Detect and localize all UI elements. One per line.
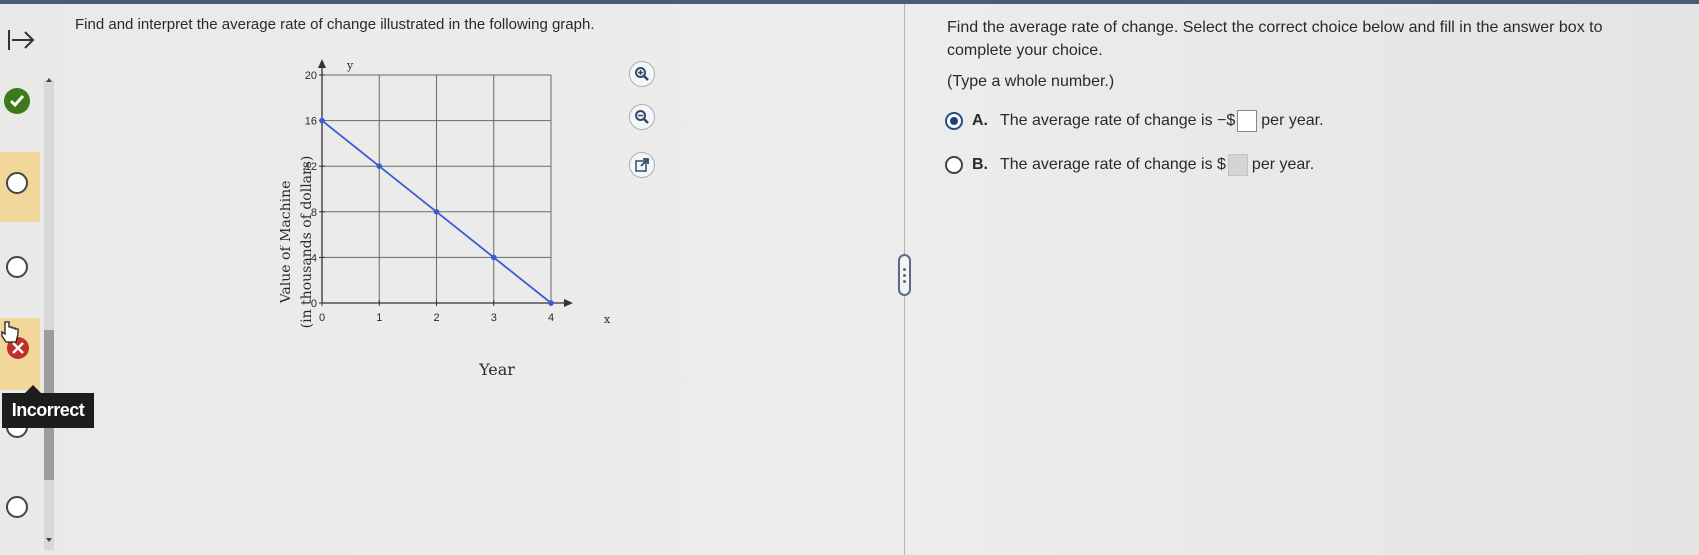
question-3-status-icon[interactable] [6, 256, 28, 278]
x-tick-label: 1 [376, 312, 382, 324]
line-chart: 0 1 2 3 4048121620 Value of Machine (in thou… [280, 59, 611, 379]
choice-a[interactable]: A. The average rate of change is −$ per … [945, 110, 1324, 132]
pane-resize-handle[interactable] [898, 254, 911, 296]
data-point [319, 117, 325, 124]
y-tick-label: 16 [305, 116, 317, 128]
x-axis-arrow [564, 299, 573, 307]
zoom-out-icon [635, 110, 649, 124]
choice-a-suffix: per year. [1261, 112, 1324, 129]
choice-b-radio[interactable] [945, 156, 963, 174]
incorrect-tooltip: Incorrect [2, 393, 94, 428]
page: Incorrect Find and interpret the average… [0, 0, 1699, 555]
y-axis-arrow [318, 59, 326, 68]
x-axis-name: x [604, 313, 611, 326]
choice-b-text: The average rate of change is $ [1000, 156, 1226, 173]
instruction-text: Find the average rate of change. Select … [947, 19, 1603, 59]
sidebar-item-question-4[interactable] [0, 318, 40, 390]
question-text: Find and interpret the average rate of c… [75, 16, 595, 33]
open-external-button[interactable] [629, 152, 655, 178]
x-tick-label: 2 [433, 312, 439, 324]
chart-grid [322, 74, 552, 303]
choice-b-suffix: per year. [1251, 156, 1315, 173]
y-axis-label-line-1: Value of Machine [280, 181, 294, 305]
zoom-out-button[interactable] [629, 104, 655, 130]
scroll-up-icon[interactable] [46, 78, 52, 82]
data-point [376, 163, 383, 169]
scroll-down-icon[interactable] [46, 538, 52, 542]
answer-hint: (Type a whole number.) [947, 73, 1115, 90]
chart-tick-labels: 0 1 2 3 4048121620 [305, 70, 554, 324]
question-1-correct-icon[interactable] [4, 88, 30, 114]
sidebar-item-question-2[interactable] [0, 152, 40, 222]
choice-b-answer-input[interactable] [1227, 154, 1248, 176]
x-tick-label: 4 [548, 312, 554, 324]
x-tick-label: 3 [491, 312, 497, 324]
enter-arrow-icon[interactable] [6, 22, 36, 58]
x-tick-label: 0 [319, 312, 325, 324]
choice-b[interactable]: B. The average rate of change is $ per y… [945, 154, 1314, 176]
choice-a-text: The average rate of change is −$ [1000, 112, 1236, 129]
data-point [548, 300, 554, 306]
choice-b-letter: B. [972, 156, 988, 173]
data-point [433, 209, 440, 215]
hand-cursor-icon [1, 321, 19, 343]
top-bar [0, 0, 1699, 4]
choice-a-answer-input[interactable] [1237, 110, 1258, 132]
y-axis-name: y [346, 59, 354, 72]
sidebar-scrollbar[interactable] [44, 78, 54, 550]
question-2-status-icon [6, 172, 28, 194]
data-point [490, 254, 497, 261]
external-link-icon [635, 158, 649, 172]
choice-a-letter: A. [972, 112, 988, 129]
zoom-in-icon [635, 67, 649, 81]
question-navigator [0, 4, 62, 555]
zoom-in-button[interactable] [629, 61, 655, 87]
x-axis-label: Year [478, 360, 515, 379]
y-tick-label: 20 [305, 70, 317, 82]
y-axis-label-line-2: (in thousands of dollars) [299, 156, 315, 329]
question-6-status-icon[interactable] [6, 496, 28, 518]
choice-a-radio[interactable] [945, 112, 963, 130]
chart-axes [318, 59, 573, 307]
